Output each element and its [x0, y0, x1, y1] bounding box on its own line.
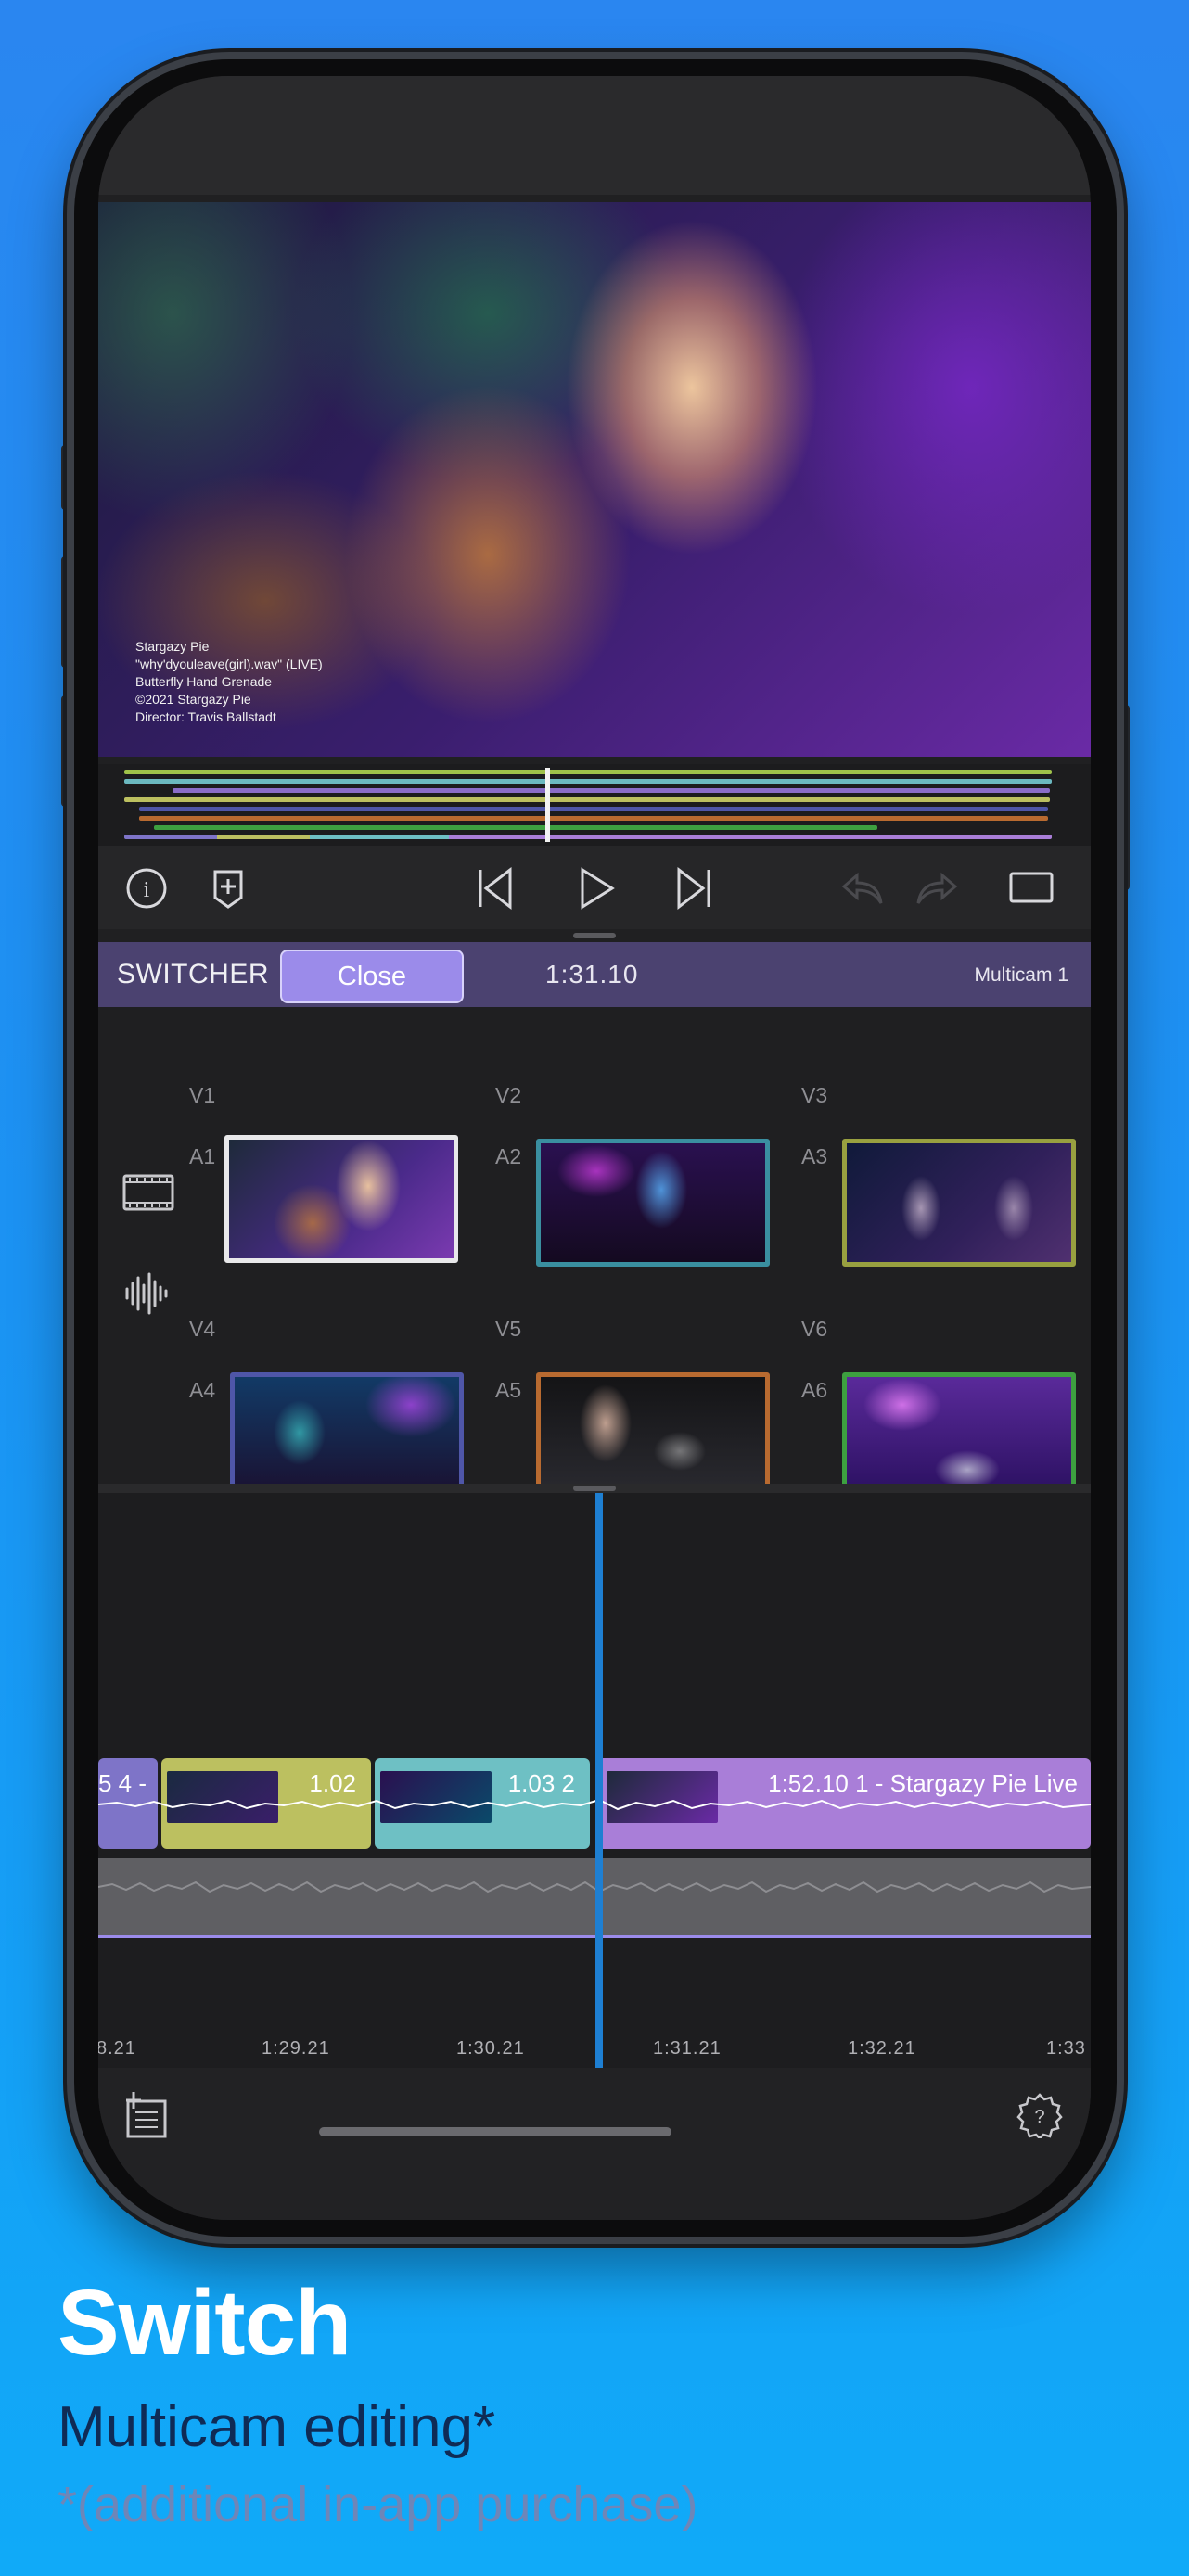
overview-playhead[interactable] [545, 768, 550, 842]
audio-waveform [98, 1881, 1091, 1894]
angle-audio-label: A1 [189, 1144, 216, 1168]
angle-video-label: V5 [495, 1317, 522, 1341]
overview-track [124, 835, 1052, 839]
angle-audio-label: A4 [189, 1378, 216, 1402]
panel-divider[interactable] [98, 1484, 1091, 1493]
angle-audio-label: A6 [801, 1378, 828, 1402]
angle-2-thumbnail[interactable] [536, 1139, 770, 1267]
svg-text:i: i [144, 878, 150, 902]
play-button[interactable] [573, 866, 618, 911]
project-overview-strip[interactable] [98, 764, 1091, 846]
play-icon [581, 867, 615, 910]
primary-storyline: 5 4 - 1.02 1.03 2 1:52.10 1 - Stargazy P… [98, 1758, 1091, 1851]
status-strip [98, 76, 1091, 195]
switcher-header: SWITCHER Close 1:31.10 Multicam 1 [98, 942, 1091, 1007]
settings-icon: ? [1016, 2093, 1063, 2140]
credit-line: "why'dyouleave(girl).wav" (LIVE) [135, 657, 323, 671]
skip-back-button[interactable] [473, 866, 518, 911]
timeline-playhead[interactable] [595, 1493, 603, 2068]
credit-line: Stargazy Pie [135, 639, 210, 654]
aspect-icon [1009, 872, 1054, 903]
credit-line: ©2021 Stargazy Pie [135, 692, 251, 707]
overview-track [139, 807, 1048, 811]
angle-video-label: V1 [189, 1083, 216, 1107]
add-title-icon [126, 2092, 167, 2138]
angle-4-thumbnail[interactable] [230, 1372, 464, 1500]
transport-toolbar: i [98, 846, 1091, 929]
overview-track [173, 788, 1050, 793]
timeline[interactable]: 5 4 - 1.02 1.03 2 1:52.10 1 - Stargazy P… [98, 1493, 1091, 2068]
angle-video-label: V4 [189, 1317, 216, 1341]
time-ruler: 8.21 1:29.21 1:30.21 1:31.21 1:32.21 1:3… [98, 2038, 1091, 2068]
angle-video-label: V6 [801, 1317, 828, 1341]
credit-line: Director: Travis Ballstadt [135, 709, 276, 724]
footnote: *(additional in-app purchase) [58, 2477, 698, 2532]
overview-track [154, 825, 877, 830]
angle-audio-label: A5 [495, 1378, 522, 1402]
clip-waveform [98, 1798, 1091, 1811]
angle-1-thumbnail[interactable] [224, 1135, 458, 1263]
add-marker-icon [213, 870, 243, 909]
ruler-tick-label: 8.21 [98, 2038, 136, 2059]
ruler-tick-label: 1:33 [1046, 2038, 1086, 2059]
credit-line: Butterfly Hand Grenade [135, 674, 273, 689]
svg-text:?: ? [1034, 2107, 1044, 2127]
info-icon: i [126, 868, 167, 909]
switcher-title: SWITCHER [117, 959, 269, 989]
add-marker-button[interactable] [206, 866, 250, 911]
skip-back-icon [479, 866, 512, 911]
skip-forward-button[interactable] [671, 866, 716, 911]
angle-audio-label: A2 [495, 1144, 522, 1168]
ruler-tick-label: 1:29.21 [262, 2038, 330, 2059]
redo-button[interactable] [914, 866, 959, 911]
video-track-button[interactable] [122, 1174, 174, 1216]
overview-track [124, 797, 1050, 802]
video-credits: Stargazy Pie "why'dyouleave(girl).wav" (… [135, 638, 323, 726]
multicam-name: Multicam 1 [974, 964, 1068, 986]
overview-track [124, 770, 1052, 774]
angle-3-thumbnail[interactable] [842, 1139, 1076, 1267]
headline: Switch [58, 2271, 352, 2375]
audio-track-icon [125, 1272, 168, 1315]
ruler-tick-label: 1:31.21 [653, 2038, 722, 2059]
skip-forward-icon [677, 866, 710, 911]
close-switcher-button[interactable]: Close [280, 950, 464, 1003]
angle-6-thumbnail[interactable] [842, 1372, 1076, 1500]
video-track-icon [122, 1174, 174, 1211]
overview-track [124, 779, 1052, 784]
redo-icon [916, 872, 958, 904]
overview-track [139, 816, 1048, 821]
angle-audio-label: A3 [801, 1144, 828, 1168]
app-screen: Stargazy Pie "why'dyouleave(girl).wav" (… [98, 76, 1091, 2220]
aspect-button[interactable] [1009, 866, 1054, 911]
angle-video-label: V3 [801, 1083, 828, 1107]
add-title-button[interactable] [126, 2092, 167, 2143]
angle-5-thumbnail[interactable] [536, 1372, 770, 1500]
switcher-angle-grid: V1 A1 V2 A2 V3 A3 V4 A4 V5 A5 V6 A6 [98, 1007, 1091, 1500]
home-indicator[interactable] [319, 2127, 671, 2136]
angle-video-label: V2 [495, 1083, 522, 1107]
subheadline: Multicam editing* [58, 2395, 496, 2459]
audio-track-button[interactable] [124, 1272, 171, 1320]
settings-button[interactable]: ? [1016, 2092, 1063, 2143]
bottom-bar: ? [98, 2068, 1091, 2220]
audio-lane[interactable] [98, 1858, 1091, 1938]
undo-button[interactable] [840, 866, 885, 911]
switcher-timecode: 1:31.10 [545, 960, 639, 988]
ruler-tick-label: 1:32.21 [848, 2038, 916, 2059]
panel-grip[interactable] [573, 933, 616, 938]
undo-icon [841, 872, 883, 904]
info-button[interactable]: i [124, 866, 169, 911]
video-preview[interactable]: Stargazy Pie "why'dyouleave(girl).wav" (… [98, 202, 1091, 757]
divider-grip[interactable] [573, 1486, 616, 1491]
ruler-tick-label: 1:30.21 [456, 2038, 525, 2059]
